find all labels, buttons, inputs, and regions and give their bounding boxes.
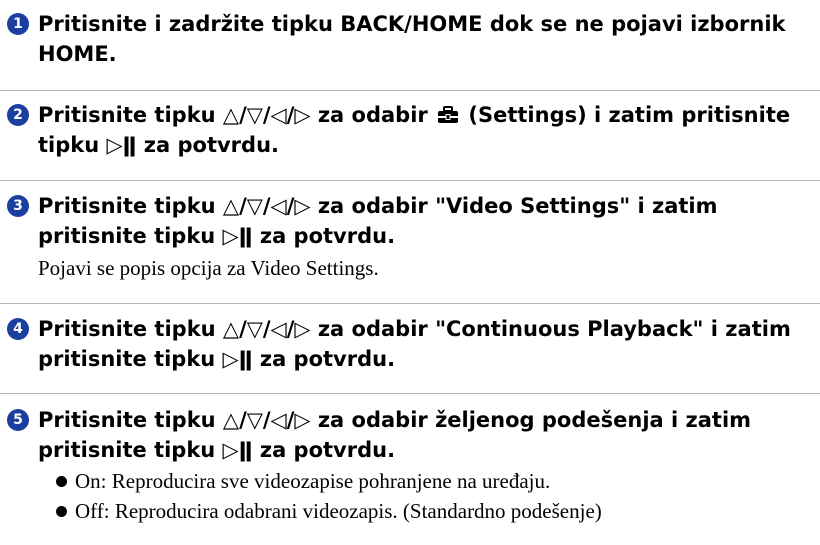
step-4-line-1: Pritisnite tipku △/▽/◁/▷ za odabir "Cont… <box>38 317 791 341</box>
step-2-line-2: tipku ▷ǁ za potvrdu. <box>38 133 279 157</box>
step-3-result-text: Pojavi se popis opcija za Video Settings… <box>38 256 379 280</box>
divider <box>0 303 820 304</box>
bullet-icon <box>56 476 67 487</box>
step-5-line-2: pritisnite tipku ▷ǁ za potvrdu. <box>38 438 396 462</box>
bullet-icon <box>56 506 67 517</box>
step-2-line-1-start: Pritisnite tipku △/▽/◁/▷ za odabir <box>38 103 428 127</box>
divider <box>0 393 820 394</box>
step-1-line-1: Pritisnite i zadržite tipku BACK/HOME do… <box>38 12 786 36</box>
step-number-1: 1 <box>7 13 29 35</box>
step-5-line-1: Pritisnite tipku △/▽/◁/▷ za odabir želje… <box>38 408 752 432</box>
step-number-3: 3 <box>7 195 29 217</box>
step-4-instruction: Pritisnite tipku △/▽/◁/▷ za odabir "Cont… <box>38 314 818 374</box>
option-on-text: On: Reproducira sve videozapise pohranje… <box>75 469 551 493</box>
step-1-instruction: Pritisnite i zadržite tipku BACK/HOME do… <box>38 9 818 69</box>
step-number-5: 5 <box>7 409 29 431</box>
step-4-line-2: pritisnite tipku ▷ǁ za potvrdu. <box>38 347 396 371</box>
toolbox-icon <box>438 106 459 123</box>
divider <box>0 180 820 181</box>
option-list: On: Reproducira sve videozapise pohranje… <box>56 466 602 526</box>
list-item: On: Reproducira sve videozapise pohranje… <box>56 466 602 496</box>
manual-page: 1 Pritisnite i zadržite tipku BACK/HOME … <box>0 0 820 545</box>
option-off-text: Off: Reproducira odabrani videozapis. (S… <box>75 499 602 523</box>
step-number-4: 4 <box>7 318 29 340</box>
divider <box>0 90 820 91</box>
step-3-line-1: Pritisnite tipku △/▽/◁/▷ za odabir "Vide… <box>38 194 718 218</box>
step-2-line-1-end: (Settings) i zatim pritisnite <box>468 103 791 127</box>
step-3-line-2: pritisnite tipku ▷ǁ za potvrdu. <box>38 224 396 248</box>
step-number-2: 2 <box>7 104 29 126</box>
step-5-instruction: Pritisnite tipku △/▽/◁/▷ za odabir želje… <box>38 405 818 465</box>
step-1-line-2: HOME. <box>38 42 117 66</box>
step-2-instruction: Pritisnite tipku △/▽/◁/▷ za odabir (Sett… <box>38 100 818 160</box>
step-3-instruction: Pritisnite tipku △/▽/◁/▷ za odabir "Vide… <box>38 191 818 251</box>
list-item: Off: Reproducira odabrani videozapis. (S… <box>56 496 602 526</box>
